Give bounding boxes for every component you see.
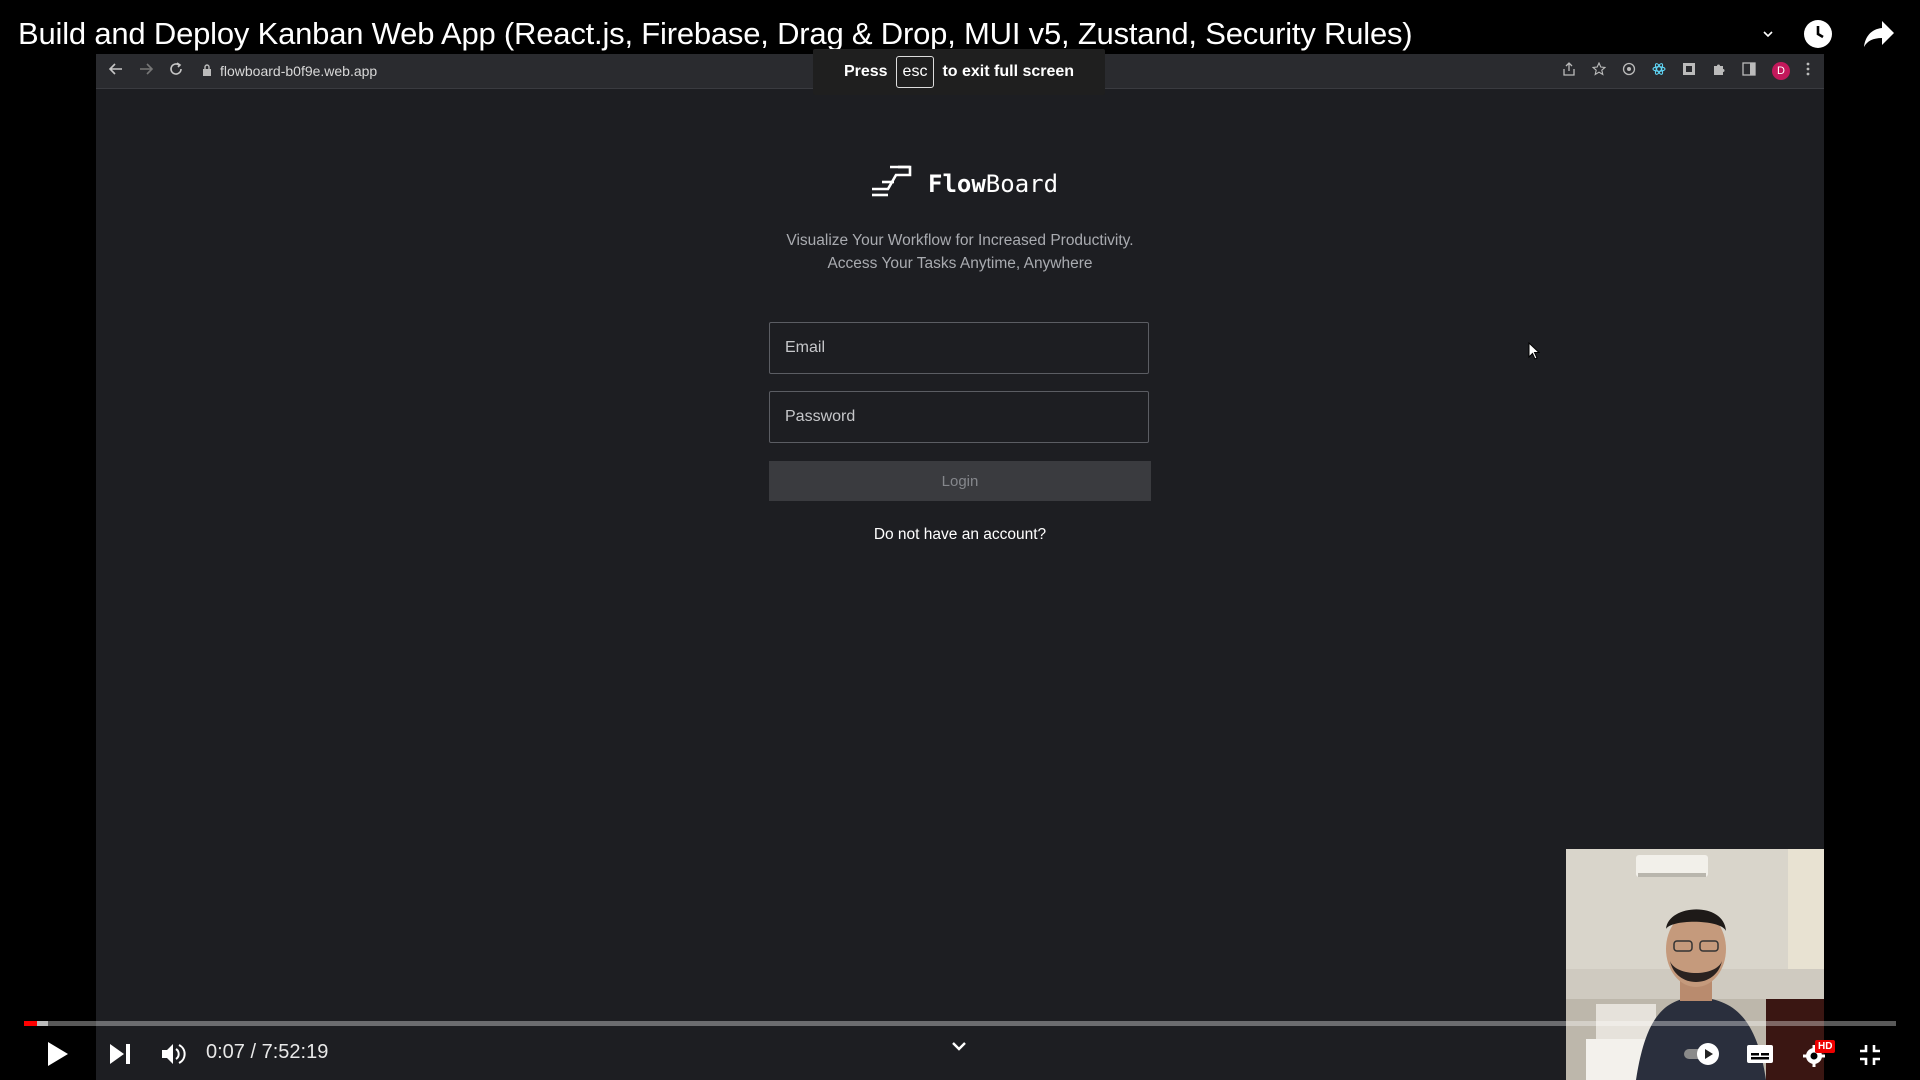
volume-icon[interactable] [160, 1042, 186, 1071]
signup-link: Do not have an account? [0, 526, 1920, 544]
address-bar[interactable]: flowboard-b0f9e.web.app [202, 63, 377, 79]
side-panel-icon[interactable] [1742, 61, 1756, 81]
watch-later-clock-icon[interactable] [1802, 18, 1834, 50]
subtitles-icon[interactable] [1746, 1044, 1774, 1069]
login-button[interactable]: Login [769, 461, 1151, 501]
share-icon[interactable] [1562, 61, 1576, 81]
bookmark-star-icon[interactable] [1592, 61, 1606, 81]
video-title[interactable]: Build and Deploy Kanban Web App (React.j… [18, 14, 1413, 54]
video-top-actions [1762, 18, 1896, 50]
share-arrow-icon[interactable] [1862, 19, 1896, 49]
profile-avatar[interactable]: D [1772, 62, 1790, 80]
play-icon[interactable] [46, 1040, 70, 1073]
extension-circle-icon[interactable] [1622, 62, 1636, 81]
esc-key-label: esc [895, 56, 935, 88]
password-input[interactable] [783, 407, 1148, 427]
fullscreen-exit-toast: Press esc to exit full screen [813, 49, 1105, 95]
player-controls: 0:07 / 7:52:19 HD [0, 1036, 1920, 1076]
tagline-line-2: Access Your Tasks Anytime, Anywhere [827, 255, 1093, 272]
toast-suffix: to exit full screen [942, 63, 1075, 80]
brand-name: FlowBoard [928, 170, 1058, 198]
mouse-cursor-icon [1528, 341, 1541, 365]
react-devtools-icon[interactable] [1652, 62, 1666, 81]
next-video-icon[interactable] [108, 1042, 132, 1071]
flowboard-logo-icon [870, 164, 912, 203]
forward-arrow-icon[interactable] [138, 61, 154, 82]
puzzle-extensions-icon[interactable] [1712, 62, 1726, 81]
app-brand: FlowBoard [870, 164, 1058, 203]
url-text[interactable]: flowboard-b0f9e.web.app [220, 63, 377, 79]
brand-name-bold: Flow [928, 169, 986, 198]
autoplay-toggle-icon[interactable] [1684, 1042, 1720, 1071]
signup-link-text[interactable]: Do not have an account? [874, 526, 1046, 543]
back-arrow-icon[interactable] [108, 61, 124, 82]
toast-prefix: Press [843, 63, 888, 80]
time-display: 0:07 / 7:52:19 [206, 1041, 329, 1063]
progress-played [24, 1021, 38, 1026]
reload-icon[interactable] [168, 61, 184, 82]
extension-square-icon[interactable] [1682, 62, 1696, 81]
lock-icon [202, 63, 212, 79]
video-progress-bar[interactable] [24, 1021, 1896, 1026]
exit-fullscreen-icon[interactable] [1858, 1043, 1882, 1072]
chapters-chevron-icon[interactable] [950, 1040, 968, 1059]
email-input[interactable] [783, 338, 1148, 358]
email-field[interactable] [769, 322, 1149, 374]
hd-badge: HD [1815, 1040, 1836, 1053]
tagline-line-1: Visualize Your Workflow for Increased Pr… [786, 232, 1134, 249]
screen-recording: flowboard-b0f9e.web.app D [96, 54, 1824, 1080]
chevron-down-icon[interactable] [1762, 28, 1774, 40]
brand-name-rest: Board [985, 169, 1059, 198]
tagline: Visualize Your Workflow for Increased Pr… [0, 229, 1920, 275]
more-vertical-icon[interactable] [1806, 62, 1810, 81]
password-field[interactable] [769, 391, 1149, 443]
